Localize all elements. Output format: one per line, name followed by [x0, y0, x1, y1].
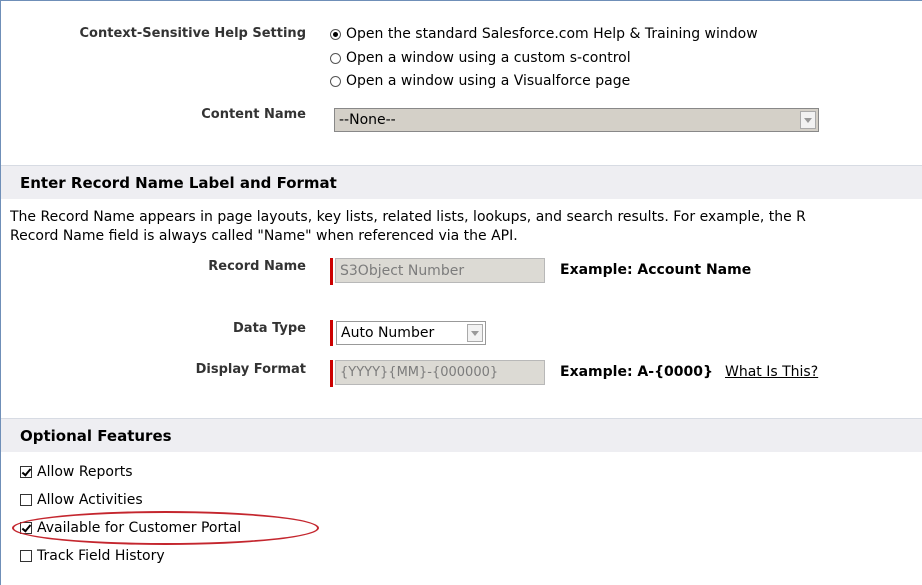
allow-reports-checkbox[interactable]	[20, 466, 32, 478]
record-name-section-header: Enter Record Name Label and Format	[1, 165, 922, 199]
customer-portal-checkbox[interactable]	[20, 522, 32, 534]
required-indicator	[330, 320, 333, 346]
content-name-value: --None--	[339, 112, 396, 128]
help-setting-label: Context-Sensitive Help Setting	[79, 26, 306, 41]
allow-activities-checkbox[interactable]	[20, 494, 32, 506]
record-name-example: Example: Account Name	[560, 262, 752, 278]
allow-reports-option[interactable]: Allow Reports	[20, 462, 133, 482]
section-title: Enter Record Name Label and Format	[20, 173, 337, 192]
optional-features-section-header: Optional Features	[1, 418, 922, 452]
track-field-history-checkbox[interactable]	[20, 550, 32, 562]
radio-custom-s-control[interactable]: Open a window using a custom s-control	[330, 47, 631, 69]
radio-button[interactable]	[330, 52, 341, 64]
required-indicator	[330, 360, 333, 387]
display-format-input[interactable]: {YYYY}{MM}-{000000}	[335, 360, 545, 385]
record-name-label: Record Name	[208, 259, 306, 274]
dropdown-arrow-icon[interactable]	[800, 111, 816, 129]
data-type-label: Data Type	[233, 321, 306, 336]
checkbox-label: Allow Activities	[37, 492, 143, 508]
radio-standard-help[interactable]: Open the standard Salesforce.com Help & …	[330, 23, 758, 45]
what-is-this-link[interactable]: What Is This?	[725, 364, 818, 380]
display-format-label: Display Format	[195, 362, 306, 377]
checkbox-label: Track Field History	[37, 548, 165, 564]
checkbox-label: Allow Reports	[37, 464, 133, 480]
radio-visualforce-page[interactable]: Open a window using a Visualforce page	[330, 70, 630, 92]
content-name-label: Content Name	[201, 107, 306, 122]
record-name-description-line1: The Record Name appears in page layouts,…	[10, 209, 806, 225]
radio-button-selected[interactable]	[330, 28, 341, 40]
track-field-history-option[interactable]: Track Field History	[20, 546, 165, 566]
record-name-description-line2: Record Name field is always called "Name…	[10, 228, 518, 244]
dropdown-arrow-icon[interactable]	[467, 324, 483, 342]
data-type-select[interactable]: Auto Number	[336, 321, 486, 345]
content-name-select[interactable]: --None--	[334, 108, 819, 132]
radio-label: Open a window using a custom s-control	[346, 50, 631, 66]
section-title: Optional Features	[20, 426, 172, 445]
radio-label: Open the standard Salesforce.com Help & …	[346, 26, 758, 42]
radio-button[interactable]	[330, 75, 341, 87]
record-name-input[interactable]: S3Object Number	[335, 258, 545, 283]
required-indicator	[330, 258, 333, 285]
allow-activities-option[interactable]: Allow Activities	[20, 490, 143, 510]
display-format-example: Example: A-{0000}	[560, 364, 713, 380]
checkbox-label: Available for Customer Portal	[37, 520, 242, 536]
radio-label: Open a window using a Visualforce page	[346, 73, 631, 89]
data-type-value: Auto Number	[341, 325, 435, 341]
customer-portal-option[interactable]: Available for Customer Portal	[20, 518, 241, 538]
